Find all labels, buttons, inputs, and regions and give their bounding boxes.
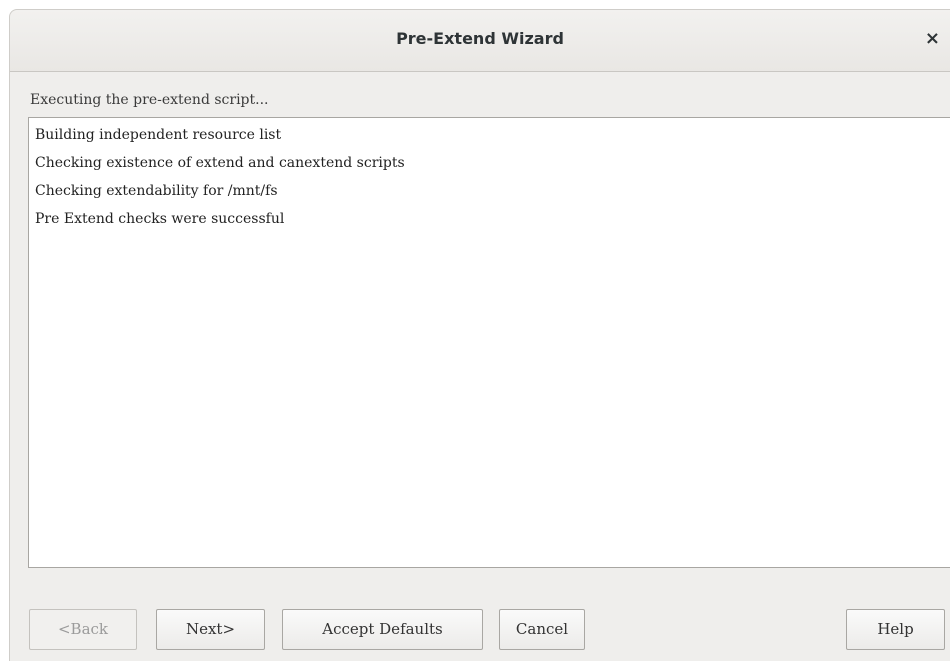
window-title: Pre-Extend Wizard xyxy=(396,29,564,48)
back-button[interactable]: <Back xyxy=(29,609,137,650)
log-line: Building independent resource list xyxy=(35,127,282,143)
next-button[interactable]: Next> xyxy=(156,609,265,650)
log-output[interactable]: Building independent resource list Check… xyxy=(28,117,950,568)
close-icon[interactable]: × xyxy=(925,28,940,49)
log-line: Pre Extend checks were successful xyxy=(35,211,285,227)
log-line: Checking extendability for /mnt/fs xyxy=(35,183,278,199)
help-button[interactable]: Help xyxy=(846,609,945,650)
wizard-window: Pre-Extend Wizard × Executing the pre-ex… xyxy=(9,9,950,661)
log-line: Checking existence of extend and canexte… xyxy=(35,155,405,171)
status-label: Executing the pre-extend script... xyxy=(30,92,269,108)
cancel-button[interactable]: Cancel xyxy=(499,609,585,650)
accept-defaults-button[interactable]: Accept Defaults xyxy=(282,609,483,650)
title-bar[interactable]: Pre-Extend Wizard × xyxy=(10,10,950,72)
